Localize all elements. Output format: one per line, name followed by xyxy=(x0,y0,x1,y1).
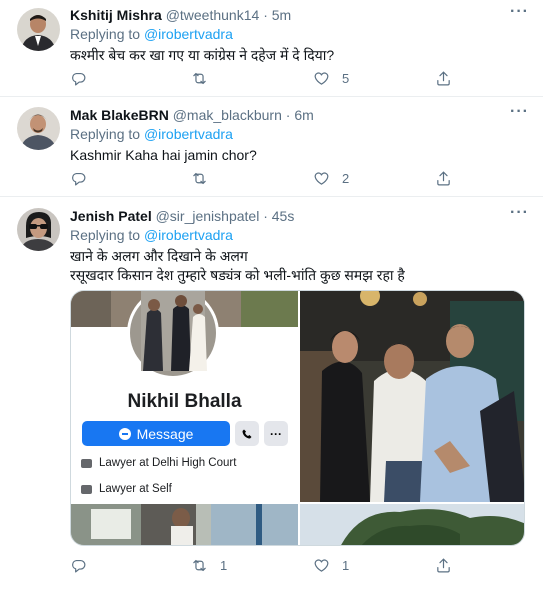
display-name[interactable]: Jenish Patel xyxy=(70,208,152,224)
profile-info-work-1: Lawyer at Delhi High Court xyxy=(81,457,236,469)
retweet-count: 1 xyxy=(220,557,228,573)
share-button[interactable] xyxy=(435,67,452,89)
separator-dot: · xyxy=(263,7,268,23)
tweet-text: Kashmir Kaha hai jamin chor? xyxy=(70,147,257,163)
heart-icon xyxy=(314,72,329,85)
tweet-actions: 5 xyxy=(70,67,470,89)
reply-icon xyxy=(72,172,86,185)
tweet-header: Jenish Patel @sir_jenishpatel · 45s xyxy=(70,207,531,225)
retweet-icon xyxy=(193,72,206,84)
like-count: 1 xyxy=(342,557,350,573)
replying-to-label: Replying to xyxy=(70,126,141,142)
retweet-icon xyxy=(193,172,206,184)
replying-to: Replying to @irobertvadra xyxy=(70,125,531,144)
avatar[interactable] xyxy=(17,208,60,251)
more-profile-button[interactable]: ··· xyxy=(264,421,288,446)
retweet-button[interactable] xyxy=(191,167,220,189)
briefcase-icon xyxy=(81,458,92,468)
tweet-actions: 1 1 xyxy=(70,554,470,576)
tweet-1[interactable]: ··· Kshitij Mishra @tweethunk14 · 5m Rep… xyxy=(0,0,543,97)
tweet-media-grid[interactable]: Nikhil Bhalla Message ··· Lawyer at Delh… xyxy=(70,290,525,546)
like-button[interactable]: 2 xyxy=(313,167,349,189)
like-button[interactable]: 5 xyxy=(313,67,349,89)
media-image-profile-screenshot[interactable]: Nikhil Bhalla Message ··· Lawyer at Delh… xyxy=(71,291,298,502)
media-image-street-photo[interactable] xyxy=(71,504,298,545)
tweet-text-line-2: रसूखदार किसान देश तुम्हारे षड्यंत्र को भ… xyxy=(70,267,405,283)
group-photo-graphic xyxy=(300,291,524,502)
profile-info-work-2: Lawyer at Self xyxy=(81,483,172,495)
timestamp[interactable]: 6m xyxy=(294,107,313,123)
like-count: 5 xyxy=(342,70,350,86)
share-icon xyxy=(437,71,450,85)
timestamp[interactable]: 45s xyxy=(272,208,295,224)
like-count: 2 xyxy=(342,170,350,186)
separator-dot: · xyxy=(285,107,291,123)
share-button[interactable] xyxy=(435,554,452,576)
heart-icon xyxy=(314,559,329,572)
share-icon xyxy=(437,558,450,572)
tweet-text: कश्मीर बेच कर खा गए या कांग्रेस ने दहेज … xyxy=(70,47,335,63)
like-button[interactable]: 1 xyxy=(313,554,349,576)
user-handle[interactable]: @tweethunk14 xyxy=(166,7,260,23)
messenger-icon xyxy=(118,427,131,440)
tweet-text-line-1: खाने के अलग और दिखाने के अलग xyxy=(70,248,248,264)
media-image-trees-photo[interactable] xyxy=(300,504,524,545)
replying-to-link[interactable]: @irobertvadra xyxy=(144,227,233,243)
share-button[interactable] xyxy=(435,167,452,189)
tweet-actions: 2 xyxy=(70,167,470,189)
user-handle[interactable]: @sir_jenishpatel xyxy=(156,208,260,224)
heart-icon xyxy=(314,172,329,185)
profile-info-text-1: Lawyer at Delhi High Court xyxy=(99,457,237,469)
replying-to-label: Replying to xyxy=(70,26,141,42)
display-name[interactable]: Mak BlakeBRN xyxy=(70,107,169,123)
call-button[interactable] xyxy=(235,421,259,446)
profile-name: Nikhil Bhalla xyxy=(127,391,242,412)
replying-to: Replying to @irobertvadra xyxy=(70,226,531,245)
message-button[interactable]: Message xyxy=(82,421,230,446)
replying-to-link[interactable]: @irobertvadra xyxy=(144,126,233,142)
street-photo-graphic xyxy=(71,504,298,545)
replying-to-link[interactable]: @irobertvadra xyxy=(144,26,233,42)
trees-photo-graphic xyxy=(300,504,524,545)
reply-button[interactable] xyxy=(70,167,99,189)
phone-icon xyxy=(242,429,252,438)
reply-icon xyxy=(72,559,86,572)
profile-info-text-2: Lawyer at Self xyxy=(99,483,172,495)
reply-button[interactable] xyxy=(70,67,99,89)
retweet-icon xyxy=(193,559,206,571)
more-dots-icon: ··· xyxy=(270,426,282,441)
avatar[interactable] xyxy=(17,8,60,51)
replying-to: Replying to @irobertvadra xyxy=(70,25,531,44)
reply-icon xyxy=(72,72,86,85)
message-button-label: Message xyxy=(136,425,194,442)
retweet-button[interactable] xyxy=(191,67,220,89)
separator-dot: · xyxy=(263,208,268,224)
user-handle[interactable]: @mak_blackburn xyxy=(173,107,282,123)
display-name[interactable]: Kshitij Mishra xyxy=(70,7,162,23)
tweet-header: Kshitij Mishra @tweethunk14 · 5m xyxy=(70,6,531,24)
tweet-header: Mak BlakeBRN @mak_blackburn · 6m xyxy=(70,106,531,124)
avatar[interactable] xyxy=(17,107,60,150)
tweet-2[interactable]: ··· Mak BlakeBRN @mak_blackburn · 6m Rep… xyxy=(0,97,543,197)
share-icon xyxy=(437,171,450,185)
retweet-button[interactable]: 1 xyxy=(191,554,227,576)
replying-to-label: Replying to xyxy=(70,227,141,243)
media-image-group-photo[interactable] xyxy=(300,291,524,502)
reply-button[interactable] xyxy=(70,554,99,576)
timestamp[interactable]: 5m xyxy=(272,7,291,23)
briefcase-icon xyxy=(81,484,92,494)
